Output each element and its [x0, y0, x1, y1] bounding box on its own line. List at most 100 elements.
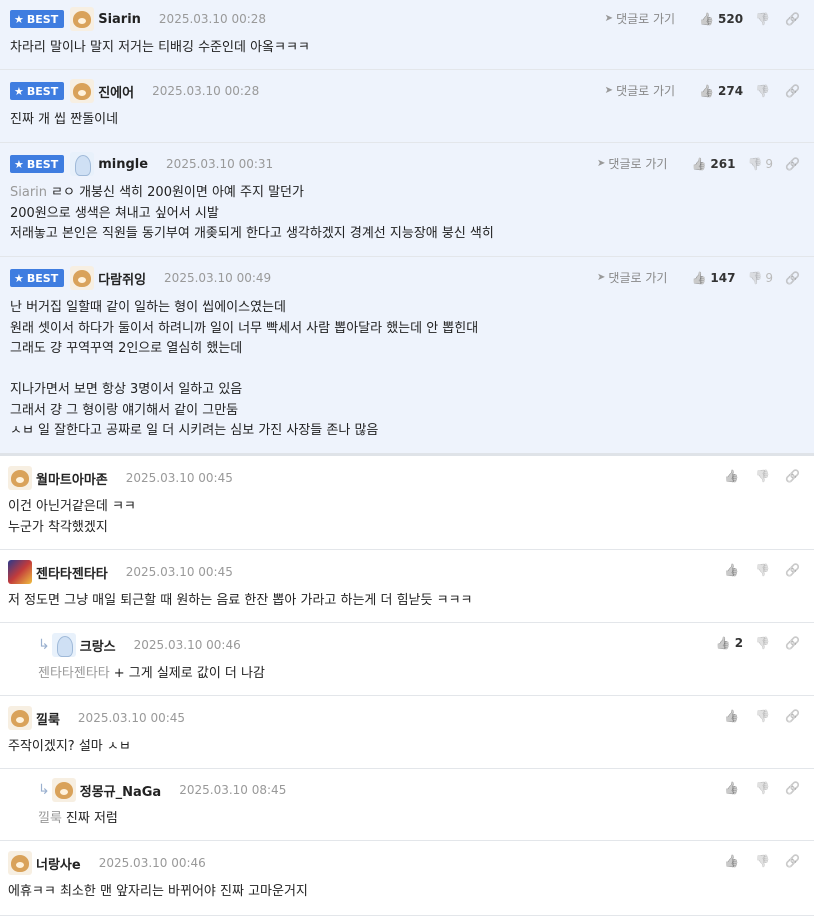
copy-link-button[interactable]: 🔗 — [785, 563, 800, 577]
like-button[interactable]: 👍 — [724, 709, 743, 723]
thumbs-up-icon: 👍 — [691, 156, 707, 171]
star-icon: ★ — [14, 271, 24, 285]
link-icon: 🔗 — [785, 83, 800, 98]
thumbs-up-icon: 👍 — [699, 83, 715, 98]
copy-link-button[interactable]: 🔗 — [785, 157, 800, 171]
copy-link-button[interactable]: 🔗 — [785, 636, 800, 650]
nickname[interactable]: Siarin — [98, 12, 141, 27]
thumbs-up-icon: 👍 — [724, 709, 740, 723]
dislike-button[interactable]: 👎 — [755, 781, 773, 795]
best-badge: ★ BEST — [10, 269, 65, 287]
nickname[interactable]: 낄룩 — [36, 709, 60, 728]
timestamp: 2025.03.10 00:28 — [158, 12, 267, 26]
reply-indent-icon: ↳ — [38, 782, 50, 798]
comment-line: 누군가 착각했겠지 — [8, 518, 136, 539]
like-button[interactable]: 👍 261 — [691, 157, 735, 171]
dislike-button[interactable]: 👎 — [755, 563, 773, 577]
comment-line: 진짜 개 씹 짠돌이네 — [10, 110, 118, 131]
go-to-reply-link[interactable]: ➤ 댓글로 가기 — [605, 82, 675, 99]
dislike-button[interactable]: 👎 — [755, 636, 773, 650]
best-badge: ★ BEST — [10, 82, 65, 100]
comment-header: ★ BEST Siarin 2025.03.10 00:28 — [10, 7, 267, 31]
comment-text: 원래 셋이서 하다가 둘이서 하려니까 일이 너무 빡세서 사람 뽑아달라 했는… — [10, 320, 479, 336]
nickname[interactable]: 다람쥐잉 — [98, 269, 146, 288]
link-icon: 🔗 — [785, 156, 800, 171]
avatar[interactable] — [70, 152, 95, 176]
dislike-button[interactable]: 👎 — [755, 84, 773, 98]
comment-actions: 👍 👎 🔗 — [712, 469, 800, 483]
comment-line: ㅅㅂ 일 잘한다고 공짜로 일 더 시키려는 심보 가진 사장들 존나 많음 — [10, 421, 478, 442]
avatar[interactable] — [8, 706, 32, 730]
avatar[interactable] — [70, 266, 95, 290]
dislike-button[interactable]: 👎 — [755, 709, 773, 723]
like-button[interactable]: 👍 520 — [699, 12, 743, 26]
comment-header: ★ BEST 진에어 2025.03.10 00:28 — [10, 79, 259, 103]
avatar[interactable] — [70, 79, 95, 103]
go-to-reply-link[interactable]: ➤ 댓글로 가기 — [605, 10, 675, 27]
copy-link-button[interactable]: 🔗 — [785, 271, 800, 285]
like-button[interactable]: 👍 — [724, 469, 743, 483]
like-button[interactable]: 👍 147 — [691, 271, 735, 285]
link-icon: 🔗 — [785, 854, 800, 868]
comment-body: 주작이겠지? 설마 ㅅㅂ — [8, 737, 131, 758]
comment-actions: ➤ 댓글로 가기 👍 147 👎 9 🔗 — [597, 269, 800, 286]
thumbs-down-icon: 👎 — [755, 469, 771, 483]
copy-link-button[interactable]: 🔗 — [785, 84, 800, 98]
copy-link-button[interactable]: 🔗 — [785, 781, 800, 795]
mention[interactable]: Siarin — [10, 185, 47, 200]
go-to-reply-link[interactable]: ➤ 댓글로 가기 — [597, 155, 667, 172]
avatar[interactable] — [70, 7, 95, 31]
dislike-button[interactable]: 👎 9 — [747, 271, 773, 285]
comment-actions: 👍 👎 🔗 — [712, 854, 800, 868]
thumbs-up-icon: 👍 — [724, 563, 740, 577]
comment-line: 젠타타젠타타 + 그게 실제로 값이 더 나감 — [38, 664, 265, 685]
like-button[interactable]: 👍 — [724, 563, 743, 577]
comment-text: 저래놓고 본인은 직원들 동기부여 개좆되게 한다고 생각하겠지 경계선 지능장… — [10, 226, 494, 241]
avatar[interactable] — [8, 851, 32, 875]
nickname[interactable]: 너랑사e — [36, 854, 81, 873]
nickname[interactable]: mingle — [98, 157, 148, 172]
copy-link-button[interactable]: 🔗 — [785, 12, 800, 26]
dislike-count: 9 — [765, 156, 774, 171]
copy-link-button[interactable]: 🔗 — [785, 709, 800, 723]
comment-text: 지나가면서 보면 항상 3명이서 일하고 있음 — [10, 382, 243, 397]
mention[interactable]: 젠타타젠타타 — [38, 666, 110, 681]
comment-body: 차라리 말이나 말지 저거는 티배깅 수준인데 아옼ㅋㅋㅋ — [10, 38, 310, 59]
dislike-button[interactable]: 👎 — [755, 469, 773, 483]
comment-actions: 👍 👎 🔗 — [712, 781, 800, 795]
copy-link-button[interactable]: 🔗 — [785, 854, 800, 868]
comment-text: 200원으로 생색은 쳐내고 싶어서 시발 — [10, 205, 219, 221]
nickname[interactable]: 크랑스 — [80, 636, 116, 655]
reply-comment: ↳ 정몽규_NaGa 2025.03.10 08:45 👍 👎 🔗 낄룩 진짜 저럼 — [0, 769, 814, 841]
comment-line: 그래서 걍 그 형이랑 얘기해서 같이 그만둠 — [10, 401, 478, 422]
comment-text: 주작이겠지? 설마 ㅅㅂ — [8, 739, 131, 754]
copy-link-button[interactable]: 🔗 — [785, 469, 800, 483]
like-count: 2 — [734, 636, 744, 650]
mention[interactable]: 낄룩 — [38, 811, 62, 826]
avatar[interactable] — [8, 466, 32, 490]
like-button[interactable]: 👍 — [724, 854, 743, 868]
like-button[interactable]: 👍 274 — [699, 84, 743, 98]
comment-actions: 👍 2 👎 🔗 — [704, 636, 800, 650]
thumbs-down-icon: 👎 — [755, 709, 771, 723]
nickname[interactable]: 젠타타젠타타 — [36, 563, 108, 582]
like-button[interactable]: 👍 — [724, 781, 743, 795]
nickname[interactable]: 월마트아마존 — [36, 469, 108, 488]
avatar[interactable] — [51, 778, 76, 802]
dislike-button[interactable]: 👎 — [755, 12, 773, 26]
comment: 젠타타젠타타 2025.03.10 00:45 👍 👎 🔗 저 정도면 그냥 매일 퇴근할… — [0, 550, 814, 623]
like-button[interactable]: 👍 2 — [716, 636, 743, 650]
go-to-reply-link[interactable]: ➤ 댓글로 가기 — [597, 269, 667, 286]
nickname[interactable]: 정몽규_NaGa — [80, 781, 161, 800]
comment-body: 이건 아닌거같은데 ㅋㅋ 누군가 착각했겠지 — [8, 497, 136, 538]
comment-line: 낄룩 진짜 저럼 — [38, 809, 118, 830]
nickname[interactable]: 진에어 — [98, 82, 134, 101]
avatar[interactable] — [8, 560, 32, 584]
comment-line: Siarin ㄹㅇ 개붕신 색히 200원이면 아예 주지 말던가 — [10, 183, 494, 204]
timestamp: 2025.03.10 00:49 — [164, 271, 272, 285]
comment-line: 주작이겠지? 설마 ㅅㅂ — [8, 737, 131, 758]
avatar[interactable] — [51, 633, 76, 657]
dislike-button[interactable]: 👎 — [755, 854, 773, 868]
thumbs-down-icon: 👎 — [755, 781, 771, 795]
dislike-button[interactable]: 👎 9 — [747, 157, 773, 171]
